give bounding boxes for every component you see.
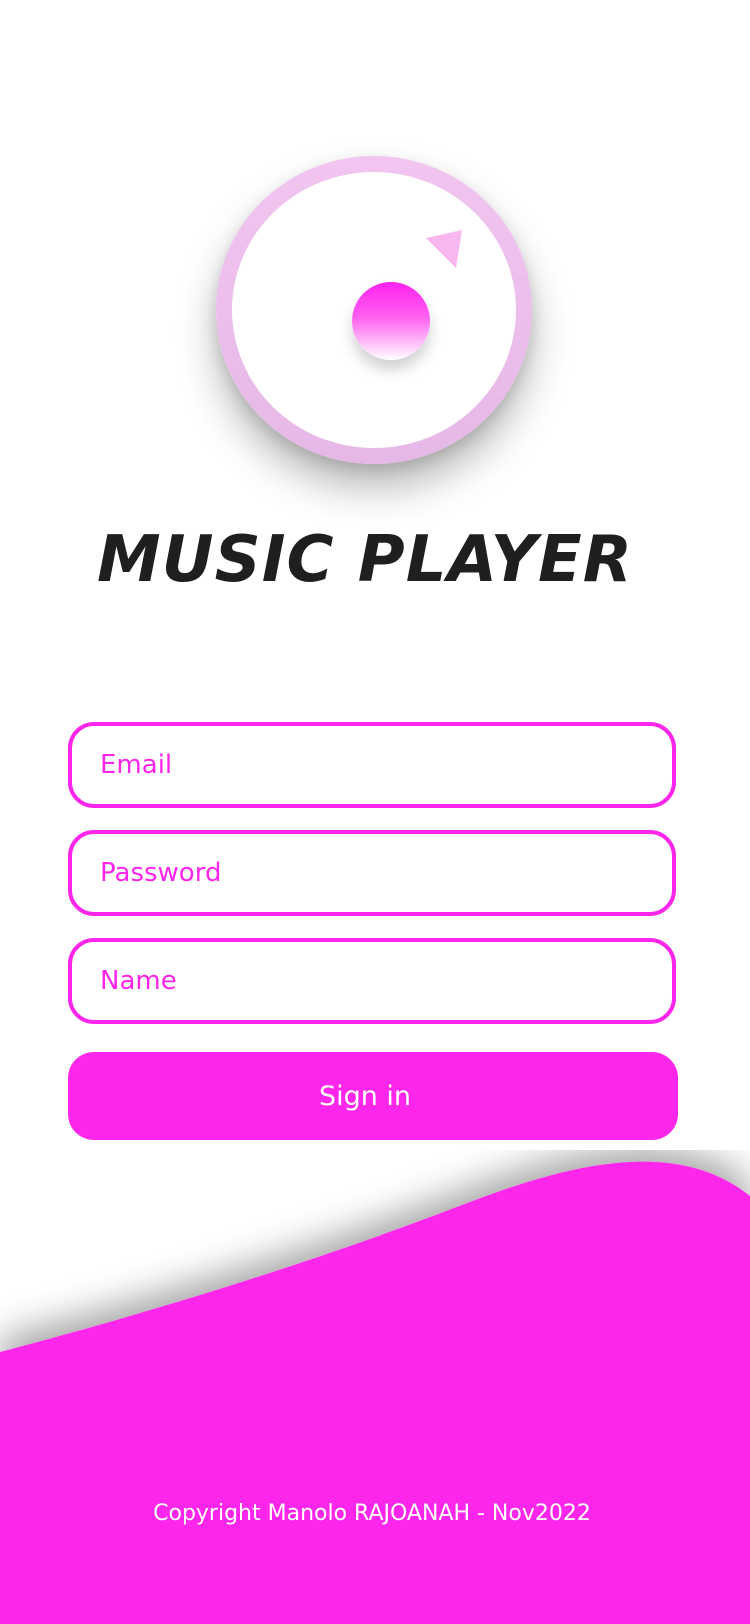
page-title: MUSIC PLAYER: [96, 523, 634, 597]
logo-disc: [232, 172, 516, 448]
play-triangle-icon: [426, 230, 462, 268]
logo-center-dot: [352, 282, 430, 360]
sign-in-button[interactable]: Sign in: [68, 1052, 678, 1140]
password-input[interactable]: [72, 834, 672, 912]
footer-wave: [0, 1161, 750, 1624]
name-input[interactable]: [72, 942, 672, 1020]
email-field[interactable]: [68, 722, 676, 808]
name-field[interactable]: [68, 938, 676, 1024]
copyright-text: Copyright Manolo RAJOANAH - Nov2022: [153, 1501, 591, 1526]
email-input[interactable]: [72, 726, 672, 804]
password-field[interactable]: [68, 830, 676, 916]
login-screen: MUSIC PLAYER Sign in Copyrigh: [0, 0, 750, 1624]
music-disc-icon: [216, 156, 532, 464]
